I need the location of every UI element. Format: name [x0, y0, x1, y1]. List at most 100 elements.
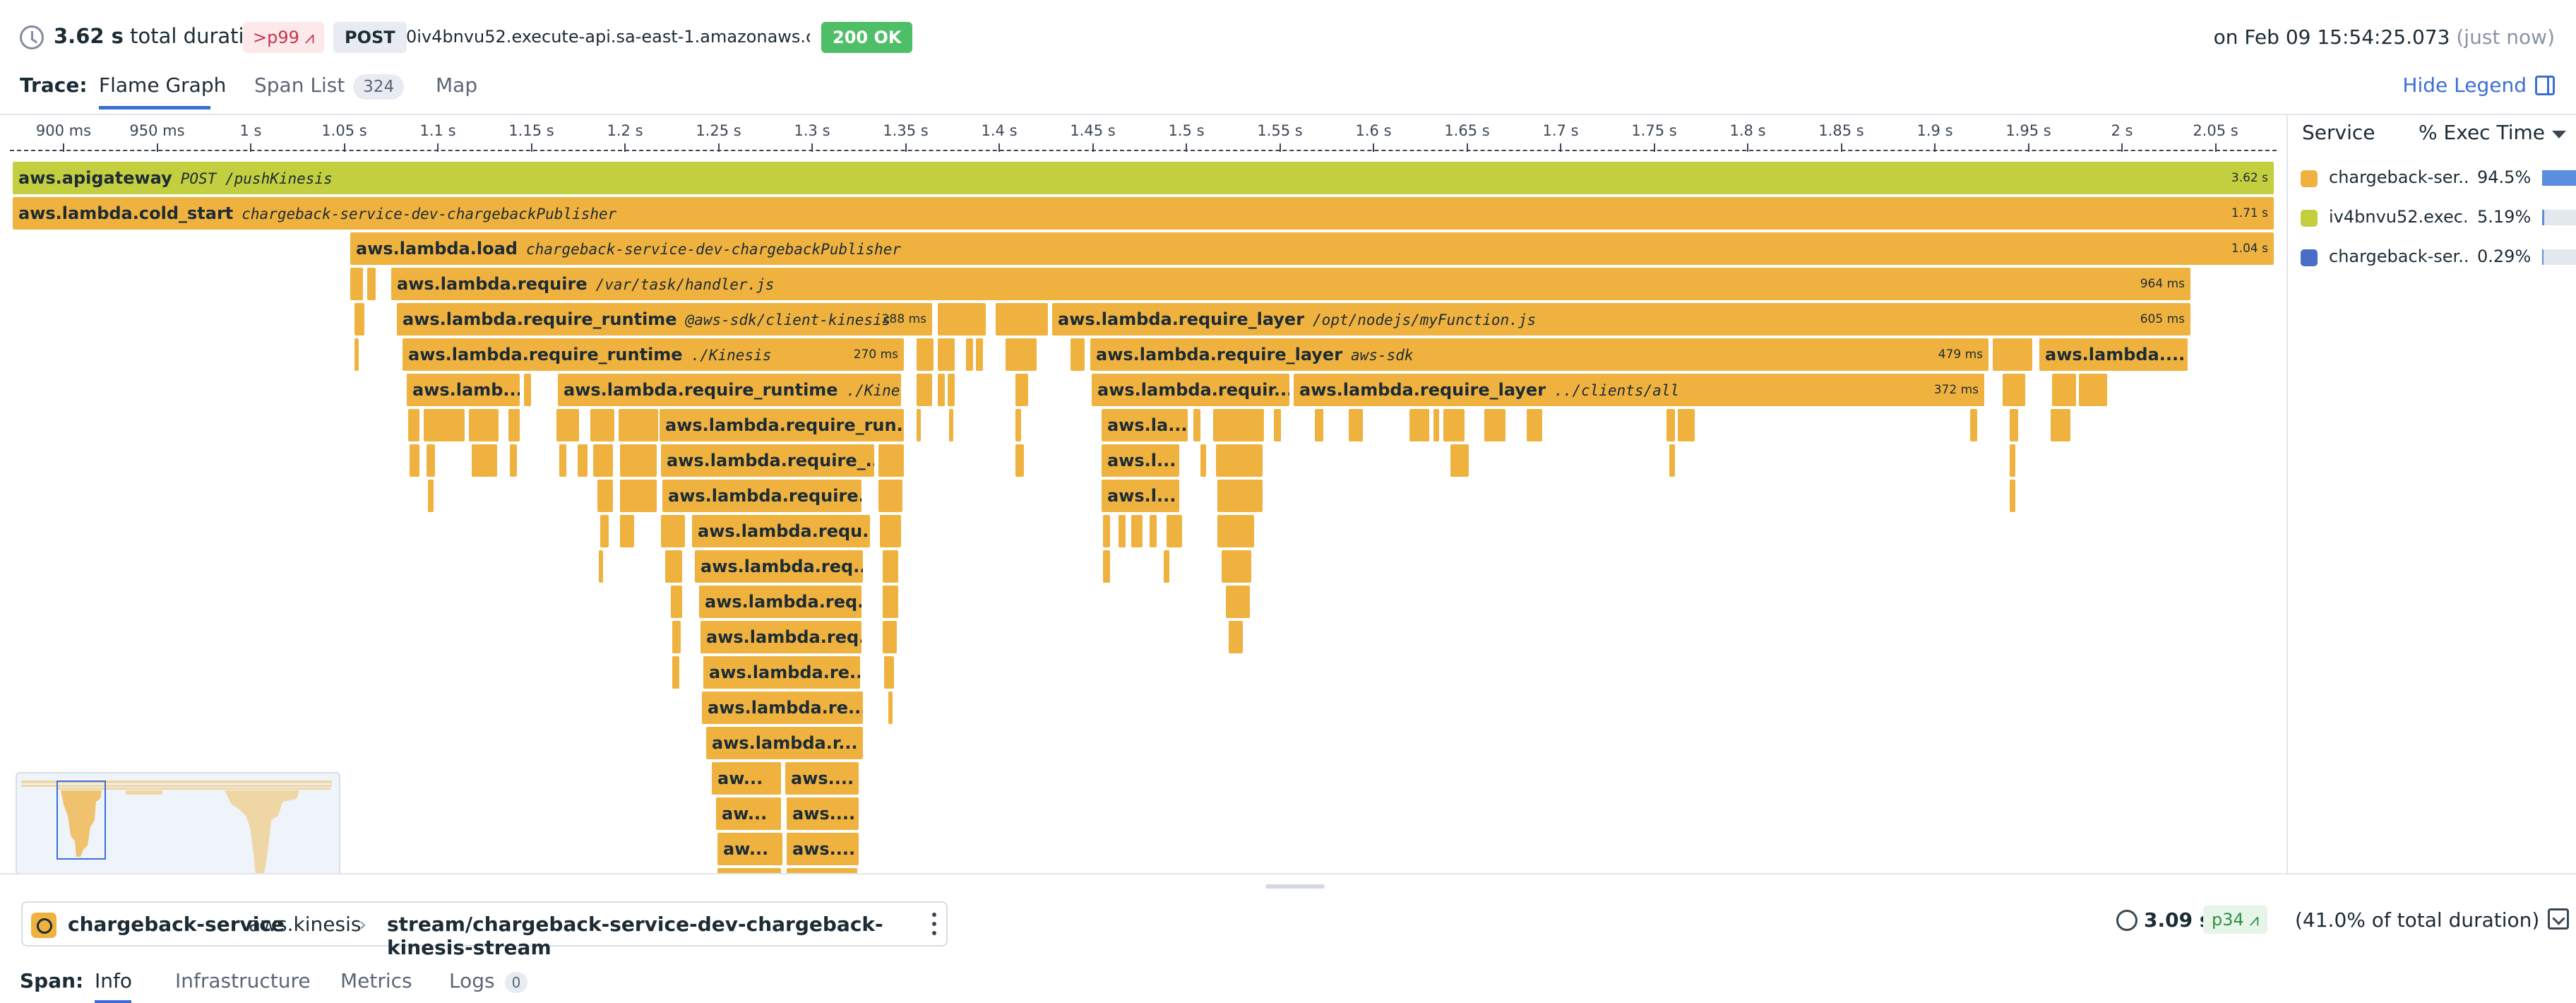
span-block[interactable]: [917, 374, 932, 406]
span-block[interactable]: [1229, 621, 1243, 653]
span-block[interactable]: [428, 480, 434, 512]
span-bar[interactable]: aws.lambda.load chargeback-service-dev-ch…: [350, 232, 2274, 265]
span-block[interactable]: [1226, 586, 1250, 618]
span-block[interactable]: [2003, 374, 2025, 406]
minimap-viewport[interactable]: [56, 781, 106, 860]
tab-infrastructure[interactable]: Infrastructure: [175, 969, 311, 992]
span-block[interactable]: [888, 692, 893, 724]
span-bar[interactable]: aws.la...: [1102, 409, 1188, 441]
span-block[interactable]: [1167, 515, 1182, 547]
span-block[interactable]: [556, 409, 579, 441]
span-block[interactable]: [593, 444, 613, 477]
legend-exec-time-header[interactable]: % Exec Time: [2419, 121, 2545, 144]
tab-logs[interactable]: Logs 0: [449, 969, 528, 993]
span-block[interactable]: [1015, 409, 1021, 441]
span-block[interactable]: [1071, 338, 1085, 371]
span-block[interactable]: [1200, 444, 1206, 477]
span-block[interactable]: [1015, 374, 1028, 406]
span-block[interactable]: [672, 656, 679, 689]
span-block[interactable]: [510, 444, 517, 477]
span-block[interactable]: [1119, 515, 1126, 547]
span-bar[interactable]: aws.lambda.req...: [695, 550, 863, 583]
span-bar[interactable]: aws.lambda.require_layer/opt/nodejs/myFu…: [1052, 303, 2190, 336]
span-bar[interactable]: aws.lambda.cold_start chargeback-service-…: [13, 197, 2274, 230]
span-bar[interactable]: aws.lambda.require_runtime ./Kinesis 270 m…: [402, 338, 904, 371]
span-block[interactable]: [2052, 374, 2076, 406]
span-block[interactable]: [966, 338, 973, 371]
span-block[interactable]: [620, 480, 657, 512]
span-block[interactable]: [410, 444, 419, 477]
span-block[interactable]: [424, 409, 465, 441]
percentile-badge[interactable]: >p99 ⩘: [243, 22, 325, 53]
span-block[interactable]: [787, 868, 857, 873]
span-block[interactable]: [878, 444, 904, 477]
percentile-badge[interactable]: p34 ⩘: [2203, 906, 2267, 934]
span-bar[interactable]: aws.apigateway POST /pushKinesis 3.62 s: [13, 162, 2274, 194]
span-block[interactable]: [1993, 338, 2032, 371]
span-block[interactable]: [917, 409, 921, 441]
span-bar[interactable]: aws.lamb...: [407, 374, 520, 406]
span-bar[interactable]: aws.lambda.r...: [706, 727, 863, 759]
span-block[interactable]: [1131, 515, 1143, 547]
span-bar[interactable]: aws.lambda.require_runtime @aws-sdk/clien…: [397, 303, 932, 336]
span-block[interactable]: [469, 409, 499, 441]
tab-info[interactable]: Info: [95, 969, 132, 992]
span-block[interactable]: [1315, 409, 1323, 441]
span-block[interactable]: [1484, 409, 1505, 441]
span-block[interactable]: [996, 303, 1048, 336]
span-block[interactable]: [1349, 409, 1363, 441]
span-block[interactable]: [559, 444, 566, 477]
span-block[interactable]: [350, 268, 363, 300]
span-block[interactable]: [1666, 409, 1675, 441]
span-block[interactable]: [938, 338, 955, 371]
span-bar[interactable]: aws.lambda.require_runtime ./Kines...: [558, 374, 901, 406]
span-block[interactable]: [1015, 444, 1024, 477]
span-block[interactable]: [1222, 550, 1251, 583]
span-block[interactable]: [1970, 409, 1977, 441]
span-block[interactable]: [2010, 409, 2018, 441]
span-block[interactable]: [878, 480, 902, 512]
span-block[interactable]: [1433, 409, 1439, 441]
span-block[interactable]: [1150, 515, 1157, 547]
span-bar[interactable]: aw...: [716, 797, 781, 830]
span-block[interactable]: [671, 586, 682, 618]
span-block[interactable]: [1678, 409, 1695, 441]
tab-span-list[interactable]: Span List 324: [254, 73, 405, 100]
tab-flame-graph[interactable]: Flame Graph: [99, 73, 226, 97]
span-block[interactable]: [1274, 409, 1281, 441]
span-bar[interactable]: aws.lambda.require/var/task/handler.js 96…: [391, 268, 2190, 300]
hide-legend-button[interactable]: Hide Legend: [2402, 73, 2555, 97]
span-block[interactable]: [883, 621, 897, 653]
span-bar[interactable]: aws.l...: [1102, 480, 1179, 512]
tab-map[interactable]: Map: [436, 73, 477, 97]
span-block[interactable]: [665, 550, 682, 583]
span-block[interactable]: [1217, 515, 1254, 547]
span-block[interactable]: [597, 480, 613, 512]
span-block[interactable]: [508, 409, 520, 441]
span-block[interactable]: [354, 338, 359, 371]
span-bar[interactable]: aws.lambda.req...: [700, 621, 861, 653]
span-block[interactable]: [1006, 338, 1037, 371]
span-block[interactable]: [883, 550, 898, 583]
span-block[interactable]: [599, 550, 603, 583]
sort-caret-icon[interactable]: [2552, 131, 2566, 138]
span-block[interactable]: [1527, 409, 1542, 441]
span-block[interactable]: [949, 409, 953, 441]
span-block[interactable]: [938, 374, 945, 406]
span-block[interactable]: [1450, 444, 1469, 477]
span-block[interactable]: [408, 409, 419, 441]
span-block[interactable]: [524, 374, 531, 406]
more-options-icon[interactable]: [932, 913, 936, 935]
span-block[interactable]: [948, 374, 955, 406]
span-bar[interactable]: aws.lambda.require_run...: [660, 409, 904, 441]
span-block[interactable]: [1164, 550, 1169, 583]
span-block[interactable]: [472, 444, 497, 477]
span-bar[interactable]: aw...: [717, 833, 782, 865]
span-block[interactable]: [1193, 409, 1200, 441]
span-block[interactable]: [620, 515, 634, 547]
span-block[interactable]: [620, 444, 657, 477]
resize-handle[interactable]: [1265, 884, 1325, 889]
span-bar[interactable]: aws.lambda....: [2039, 338, 2188, 371]
span-block[interactable]: [976, 338, 983, 371]
span-bar[interactable]: aws.lambda.req...: [699, 586, 861, 618]
